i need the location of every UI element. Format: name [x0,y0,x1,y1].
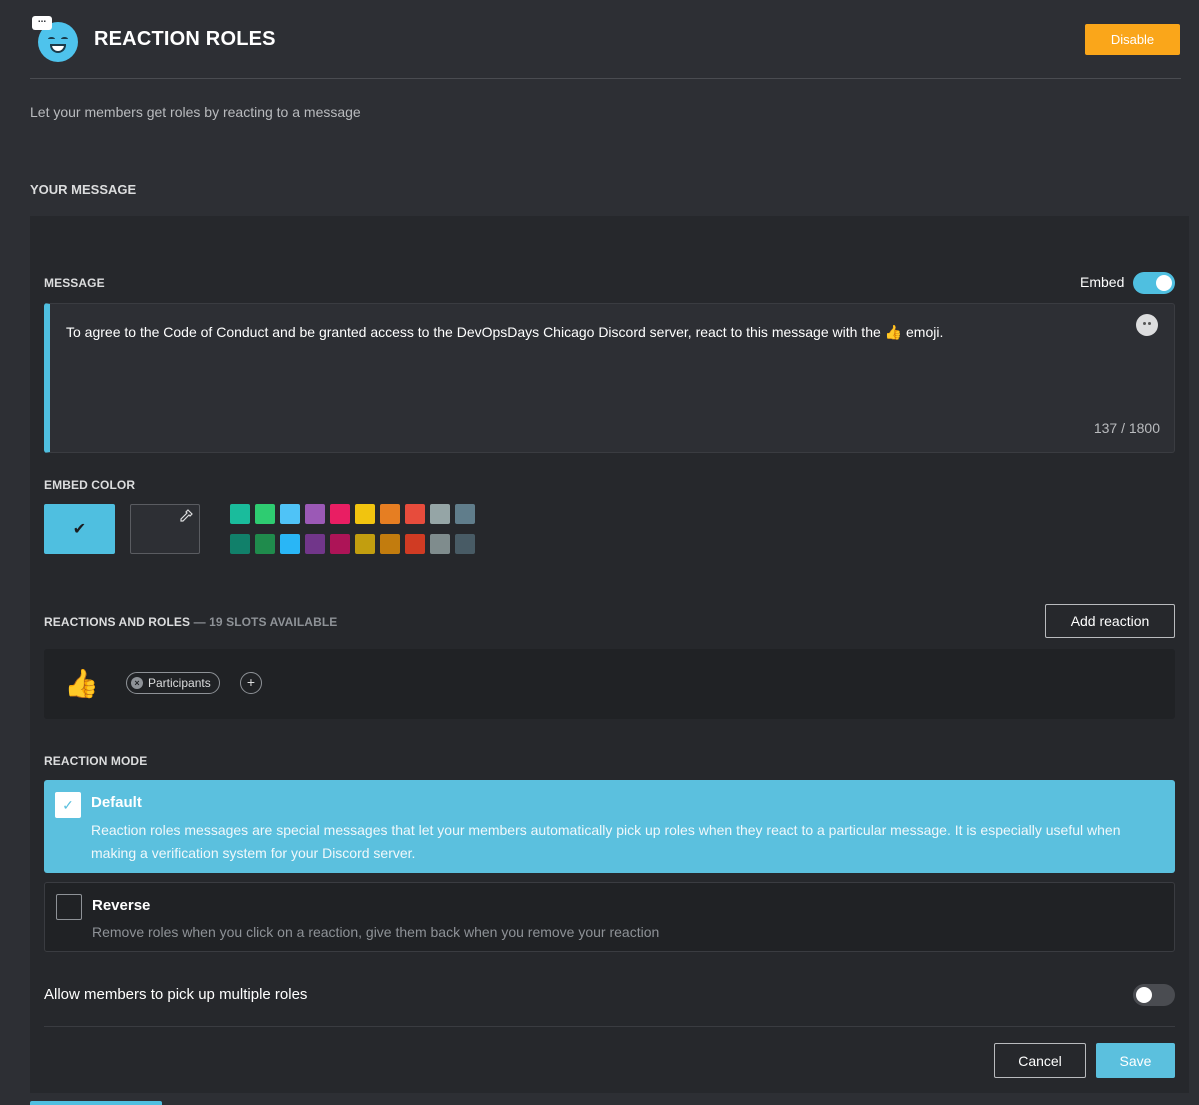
page-subtitle: Let your members get roles by reacting t… [30,104,361,120]
color-swatch[interactable] [280,504,300,524]
message-text[interactable]: To agree to the Code of Conduct and be g… [66,324,943,341]
color-swatch[interactable] [405,534,425,554]
section-title: YOUR MESSAGE [30,182,137,197]
mode-option-default[interactable]: ✓ Default Reaction roles messages are sp… [44,780,1175,873]
reaction-roles-logo-icon: ... [32,15,80,62]
embed-color-label: EMBED COLOR [44,478,136,492]
color-swatch[interactable] [280,534,300,554]
color-swatch-grid [230,504,476,564]
save-button[interactable]: Save [1096,1043,1175,1078]
role-name: Participants [148,676,211,690]
allow-multiple-label: Allow members to pick up multiple roles [44,986,308,1003]
color-swatch[interactable] [305,534,325,554]
color-swatch[interactable] [230,534,250,554]
reaction-mode-label: REACTION MODE [44,754,148,768]
color-swatch[interactable] [430,504,450,524]
embed-toggle[interactable] [1133,272,1175,294]
color-swatch[interactable] [405,504,425,524]
checkbox[interactable] [56,894,82,920]
check-icon[interactable]: ✓ [55,792,81,818]
color-swatch[interactable] [430,534,450,554]
check-icon: ✔ [72,521,87,538]
color-swatch[interactable] [230,504,250,524]
divider [44,1026,1175,1027]
mode-title: Reverse [92,897,151,914]
role-pill: × Participants [126,672,220,694]
page-header: ... REACTION ROLES Disable [30,0,1181,79]
allow-multiple-toggle[interactable] [1133,984,1175,1006]
mode-title: Default [91,794,142,811]
add-reaction-button[interactable]: Add reaction [1045,604,1175,638]
color-swatch[interactable] [255,504,275,524]
custom-color-picker[interactable] [130,504,200,554]
color-swatch[interactable] [330,504,350,524]
color-swatch[interactable] [455,534,475,554]
color-swatch[interactable] [355,534,375,554]
add-role-icon[interactable]: + [240,672,262,694]
message-textbox[interactable]: To agree to the Code of Conduct and be g… [44,303,1175,453]
mode-description: Reaction roles messages are special mess… [91,822,1121,861]
character-counter: 137 / 1800 [1093,420,1160,436]
color-swatch[interactable] [380,504,400,524]
slots-available-text: — 19 SLOTS AVAILABLE [190,615,338,629]
embed-label: Embed [1080,274,1125,290]
color-swatch[interactable] [255,534,275,554]
remove-role-icon[interactable]: × [131,677,143,689]
thumbs-up-emoji-icon[interactable]: 👍 [64,667,99,700]
color-swatch[interactable] [455,504,475,524]
bottom-accent-strip [30,1101,162,1105]
color-swatch[interactable] [380,534,400,554]
thumbs-up-emoji-icon: 👍 [884,324,903,340]
mode-option-reverse[interactable]: Reverse Remove roles when you click on a… [44,882,1175,952]
selected-color-swatch[interactable]: ✔ [44,504,115,554]
color-swatch[interactable] [355,504,375,524]
disable-button[interactable]: Disable [1085,24,1180,55]
message-label: MESSAGE [44,276,105,290]
color-swatch[interactable] [330,534,350,554]
page-title: REACTION ROLES [94,28,276,50]
mode-description: Remove roles when you click on a reactio… [92,924,660,940]
reactions-roles-label: REACTIONS AND ROLES — 19 SLOTS AVAILABLE [44,615,338,629]
color-swatch[interactable] [305,504,325,524]
reaction-list: 👍 × Participants + [44,649,1175,719]
eyedropper-icon [179,509,193,526]
emoji-picker-icon[interactable] [1136,314,1158,336]
cancel-button[interactable]: Cancel [994,1043,1086,1078]
message-panel: MESSAGE Embed To agree to the Code of Co… [30,216,1189,1093]
